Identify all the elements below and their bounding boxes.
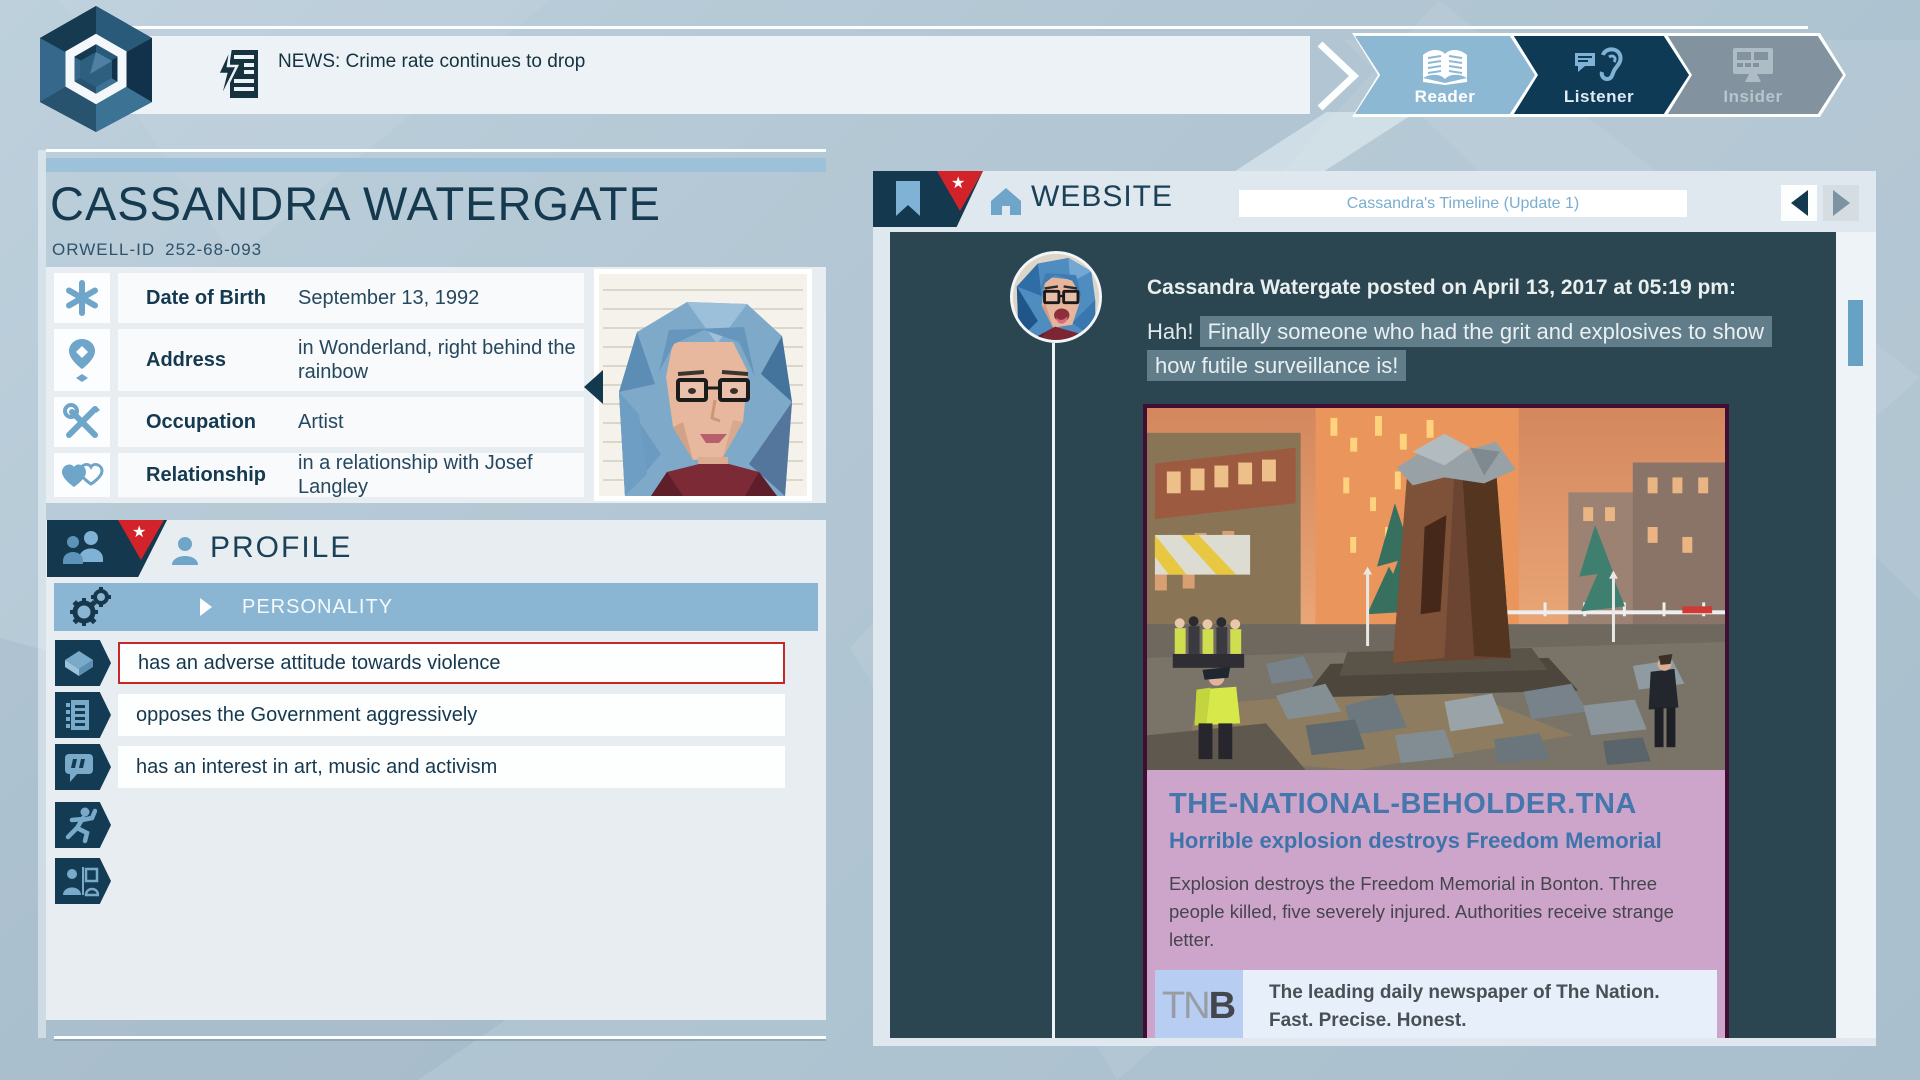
people-icon — [59, 529, 111, 569]
bookmark-icon — [895, 181, 921, 217]
post-highlight-datachunk[interactable]: Finally someone who had the grit and exp… — [1200, 316, 1772, 347]
article-summary: Explosion destroys the Freedom Memorial … — [1169, 870, 1689, 954]
expand-arrow-icon — [200, 598, 212, 616]
portrait-pointer — [584, 370, 603, 404]
newsflash-icon — [214, 46, 262, 102]
detail-label: Relationship — [146, 464, 298, 487]
header-divider — [95, 26, 1808, 29]
orwell-id-value: 252-68-093 — [165, 240, 262, 259]
orwell-id: ORWELL-ID 252-68-093 — [52, 240, 272, 260]
scrollbar-track[interactable] — [1836, 232, 1876, 1038]
location-pin-icon — [54, 329, 110, 391]
news-ticker[interactable]: NEWS: Crime rate continues to drop — [118, 36, 1310, 114]
detail-value: in a relationship with Josef Langley — [298, 451, 584, 499]
notebook-icon — [55, 692, 111, 738]
profile-panel-topbar — [46, 158, 826, 172]
asterisk-icon — [54, 273, 110, 323]
hearts-icon — [54, 453, 110, 497]
profile-details-card: Date of Birth September 13, 1992 Address… — [46, 267, 826, 503]
personality-expander[interactable]: PERSONALITY — [54, 583, 818, 631]
tab-label: Reader — [1415, 87, 1476, 107]
timeline-line — [1052, 343, 1055, 1038]
open-book-icon — [1419, 47, 1471, 85]
tagline-line1: The leading daily newspaper of The Natio… — [1269, 979, 1660, 1007]
detail-row: Relationship in a relationship with Jose… — [118, 453, 584, 497]
tnb-logo-tn: TN — [1162, 985, 1209, 1028]
page-title: CASSANDRA WATERGATE — [50, 176, 830, 231]
person-icon — [170, 536, 200, 566]
detail-value: September 13, 1992 — [298, 286, 584, 310]
ear-icon — [1573, 45, 1625, 85]
detail-row: Address in Wonderland, right behind the … — [118, 329, 584, 391]
website-title: WEBSITE — [1031, 180, 1173, 214]
compare-icon — [55, 858, 111, 904]
website-viewer: WEBSITE Cassandra's Timeline (Update 1) — [873, 171, 1876, 1046]
left-edge-strip — [38, 150, 46, 1038]
portrait-image — [599, 274, 807, 496]
detail-row: Date of Birth September 13, 1992 — [118, 273, 584, 323]
orwell-screen: NEWS: Crime rate continues to drop Reade… — [0, 0, 1920, 1080]
profile-section: PROFILE PERSONALITY has an adverse attit… — [46, 520, 826, 1020]
avatar-image — [1013, 254, 1099, 340]
back-button[interactable] — [1781, 185, 1817, 221]
trait-text: has an interest in art, music and activi… — [136, 756, 497, 779]
book-icon — [55, 640, 111, 686]
runner-icon — [55, 802, 111, 848]
article-summary-block: THE-NATIONAL-BEHOLDER.TNA Horrible explo… — [1147, 770, 1725, 970]
quote-icon — [55, 744, 111, 790]
portrait-photo — [594, 269, 812, 501]
publisher-tagline: The leading daily newspaper of The Natio… — [1243, 970, 1660, 1038]
news-arrow-icon — [1312, 40, 1360, 112]
monitor-icon — [1729, 45, 1777, 85]
detail-label: Date of Birth — [146, 287, 298, 310]
post-body-line1: Hah! Finally someone who had the grit an… — [1147, 316, 1772, 348]
tools-icon — [54, 397, 110, 447]
page-dropdown[interactable]: Cassandra's Timeline (Update 1) — [1239, 190, 1687, 217]
linked-article-card[interactable]: THE-NATIONAL-BEHOLDER.TNA Horrible explo… — [1143, 404, 1729, 1038]
detail-label: Occupation — [146, 411, 298, 434]
scrollbar-thumb[interactable] — [1848, 300, 1863, 366]
post-body-line2: how futile surveillance is! — [1147, 350, 1406, 382]
tab-reader[interactable]: Reader — [1352, 33, 1538, 117]
detail-value: in Wonderland, right behind the rainbow — [298, 336, 584, 384]
detail-value: Artist — [298, 410, 584, 434]
section-title: PROFILE — [210, 531, 352, 565]
article-site-link[interactable]: THE-NATIONAL-BEHOLDER.TNA — [1169, 788, 1703, 821]
article-headline: Horrible explosion destroys Freedom Memo… — [1169, 828, 1703, 854]
tab-label: Listener — [1564, 87, 1634, 107]
trait-datachunk[interactable]: opposes the Government aggressively — [118, 694, 785, 736]
personality-label: PERSONALITY — [242, 596, 393, 619]
news-label: NEWS: Crime rate continues to drop — [278, 49, 698, 74]
post-highlight-datachunk[interactable]: how futile surveillance is! — [1147, 350, 1406, 381]
detail-label: Address — [146, 349, 298, 372]
forward-arrow-icon — [1833, 190, 1850, 216]
tnb-logo-b: B — [1209, 985, 1236, 1028]
trait-text: has an adverse attitude towards violence — [138, 652, 500, 675]
tagline-line2: Fast. Precise. Honest. — [1269, 1007, 1660, 1035]
publisher-bar: TNB The leading daily newspaper of The N… — [1155, 970, 1717, 1038]
trait-datachunk[interactable]: has an adverse attitude towards violence — [118, 642, 785, 684]
gears-icon — [68, 586, 112, 628]
tab-label: Insider — [1723, 87, 1782, 107]
trait-datachunk[interactable]: has an interest in art, music and activi… — [118, 746, 785, 788]
profile-panel-topline — [46, 149, 826, 152]
left-panel-footer-divider — [54, 1036, 826, 1039]
avatar — [1010, 251, 1102, 343]
tnb-logo: TNB — [1155, 970, 1243, 1038]
forward-button[interactable] — [1823, 185, 1859, 221]
post-lead: Hah! — [1147, 319, 1200, 344]
new-info-flag — [118, 520, 164, 560]
new-info-flag — [937, 171, 983, 211]
back-arrow-icon — [1791, 190, 1808, 216]
webpage-content: Cassandra Watergate posted on April 13, … — [890, 232, 1836, 1038]
home-icon — [989, 186, 1023, 216]
orwell-logo-icon — [28, 4, 164, 134]
dropdown-value: Cassandra's Timeline (Update 1) — [1347, 195, 1580, 213]
post-header: Cassandra Watergate posted on April 13, … — [1147, 276, 1736, 300]
orwell-id-label: ORWELL-ID — [52, 240, 155, 259]
trait-text: opposes the Government aggressively — [136, 704, 477, 727]
explosion-photo — [1147, 408, 1725, 770]
detail-row: Occupation Artist — [118, 397, 584, 447]
